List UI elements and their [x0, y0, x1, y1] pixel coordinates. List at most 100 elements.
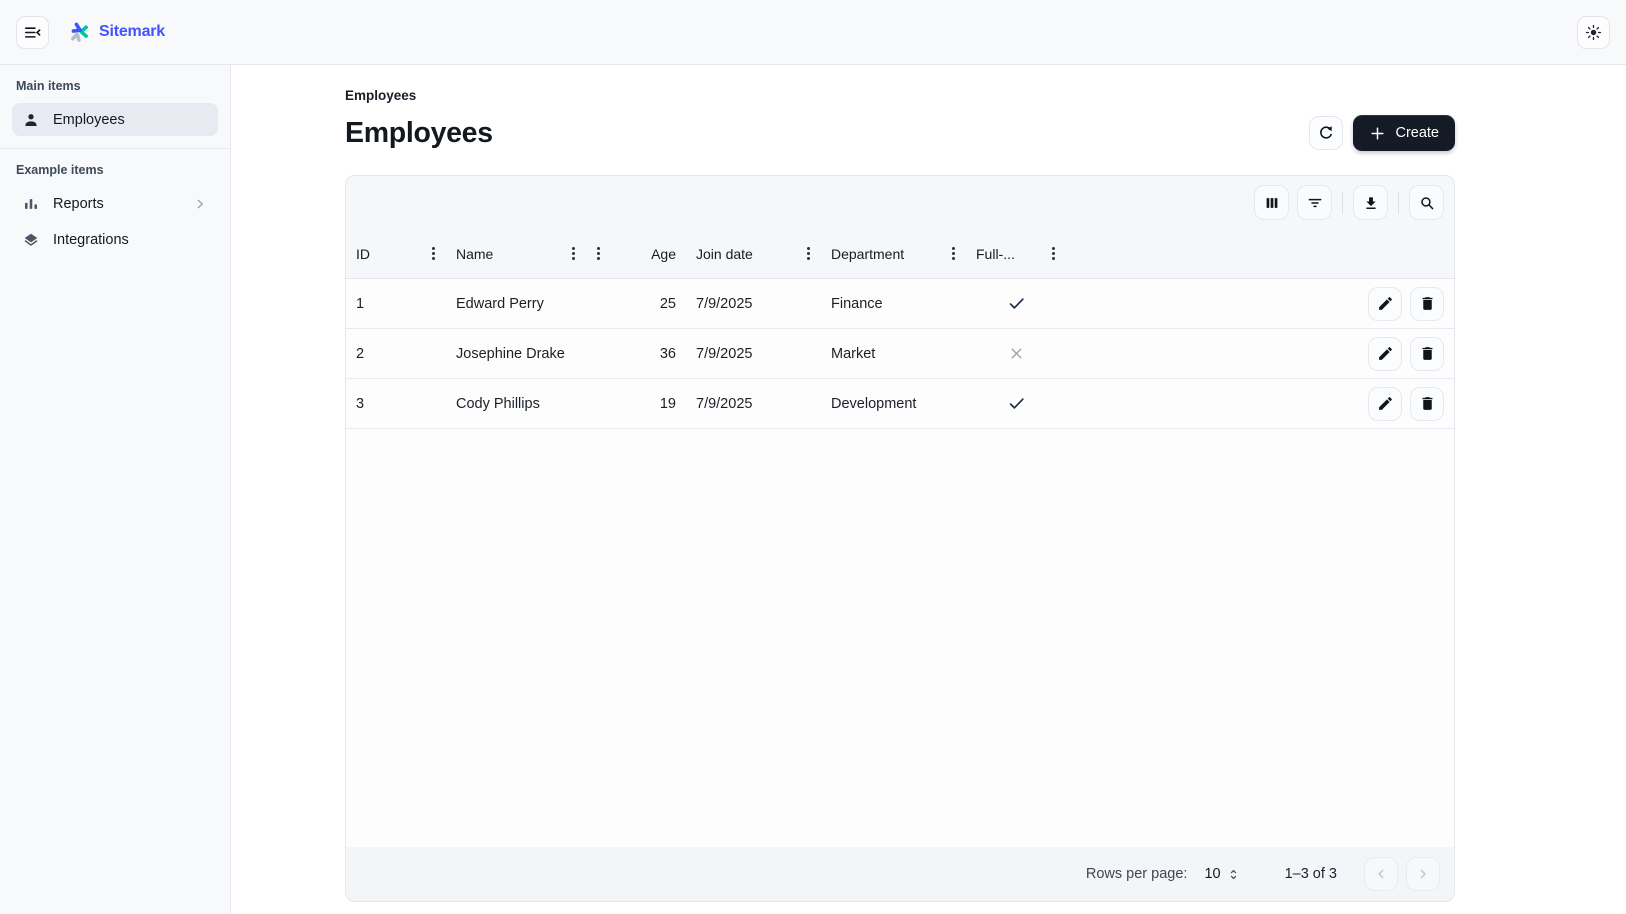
filter-button[interactable] [1297, 185, 1332, 220]
table-row[interactable]: 1 Edward Perry 25 7/9/2025 Finance [346, 279, 1454, 329]
chevron-left-icon [1373, 866, 1389, 882]
cell-id: 2 [346, 329, 446, 378]
data-grid: ID Name A [345, 175, 1455, 902]
column-header-name[interactable]: Name [446, 229, 586, 278]
rows-per-page-value: 10 [1204, 866, 1220, 882]
columns-button[interactable] [1254, 185, 1289, 220]
chevron-right-icon [1415, 866, 1431, 882]
toolbar-divider [1342, 192, 1343, 214]
column-header-label: Age [651, 246, 676, 262]
refresh-button[interactable] [1309, 116, 1343, 150]
page-title: Employees [345, 117, 493, 150]
brand-logo: Sitemark [70, 21, 165, 43]
check-icon [1007, 394, 1026, 413]
sidebar-item-integrations[interactable]: Integrations [12, 223, 218, 256]
grid-header-row: ID Name A [346, 229, 1454, 279]
sidebar-divider [0, 148, 230, 149]
sidebar-item-label: Reports [53, 196, 104, 212]
sidebar-item-label: Employees [53, 112, 125, 128]
create-button-label: Create [1395, 125, 1439, 141]
toolbar-divider [1398, 192, 1399, 214]
sun-icon [1584, 23, 1603, 42]
next-page-button[interactable] [1406, 857, 1440, 891]
column-header-department[interactable]: Department [821, 229, 966, 278]
column-header-join-date[interactable]: Join date [686, 229, 821, 278]
column-menu-icon[interactable] [951, 246, 956, 261]
sidebar-item-label: Integrations [53, 232, 129, 248]
columns-icon [1263, 194, 1281, 212]
sidebar-section-header: Main items [16, 79, 214, 93]
delete-row-button[interactable] [1410, 387, 1444, 421]
column-header-full-time[interactable]: Full-... [966, 229, 1066, 278]
cell-department: Market [821, 329, 966, 378]
main-area: Employees Employees [231, 65, 1626, 914]
cell-id: 3 [346, 379, 446, 428]
close-icon [1008, 345, 1025, 362]
cell-full-time [966, 329, 1066, 378]
sidebar-item-reports[interactable]: Reports [12, 187, 218, 220]
search-button[interactable] [1409, 185, 1444, 220]
rows-per-page-select[interactable]: 10 [1204, 866, 1240, 882]
trash-icon [1419, 345, 1436, 362]
cell-full-time [966, 279, 1066, 328]
pencil-icon [1377, 345, 1394, 362]
cell-age: 25 [586, 279, 686, 328]
column-header-label: Join date [696, 246, 753, 262]
breadcrumb[interactable]: Employees [345, 88, 1455, 103]
edit-row-button[interactable] [1368, 337, 1402, 371]
edit-row-button[interactable] [1368, 287, 1402, 321]
column-menu-icon[interactable] [806, 246, 811, 261]
rows-per-page-label: Rows per page: [1086, 866, 1188, 882]
download-icon [1362, 194, 1380, 212]
cell-join-date: 7/9/2025 [686, 379, 821, 428]
layers-icon [22, 231, 40, 249]
delete-row-button[interactable] [1410, 337, 1444, 371]
check-icon [1007, 294, 1026, 313]
sidebar: Main items Employees Example items Repor… [0, 65, 231, 914]
pencil-icon [1377, 295, 1394, 312]
menu-collapse-icon [23, 23, 42, 42]
column-header-label: Full-... [976, 246, 1015, 262]
column-header-actions [1066, 229, 1454, 278]
download-button[interactable] [1353, 185, 1388, 220]
cell-join-date: 7/9/2025 [686, 279, 821, 328]
column-header-id[interactable]: ID [346, 229, 446, 278]
cell-age: 36 [586, 329, 686, 378]
column-header-label: ID [356, 246, 370, 262]
sidebar-item-employees[interactable]: Employees [12, 103, 218, 136]
column-menu-icon[interactable] [1051, 246, 1056, 261]
edit-row-button[interactable] [1368, 387, 1402, 421]
table-row[interactable]: 3 Cody Phillips 19 7/9/2025 Development [346, 379, 1454, 429]
search-icon [1418, 194, 1436, 212]
unfold-more-icon [1226, 867, 1241, 882]
column-header-label: Department [831, 246, 904, 262]
delete-row-button[interactable] [1410, 287, 1444, 321]
sitemark-logo-icon [70, 21, 92, 43]
cell-department: Development [821, 379, 966, 428]
grid-footer: Rows per page: 10 1–3 of 3 [346, 847, 1454, 901]
theme-toggle-button[interactable] [1577, 16, 1610, 49]
column-menu-icon[interactable] [571, 246, 576, 261]
cell-join-date: 7/9/2025 [686, 329, 821, 378]
previous-page-button[interactable] [1364, 857, 1398, 891]
person-icon [22, 111, 40, 129]
cell-age: 19 [586, 379, 686, 428]
column-header-label: Name [456, 246, 493, 262]
column-header-age[interactable]: Age [586, 229, 686, 278]
column-menu-icon[interactable] [431, 246, 436, 261]
cell-department: Finance [821, 279, 966, 328]
refresh-icon [1317, 124, 1335, 142]
column-menu-icon[interactable] [596, 246, 601, 261]
table-row[interactable]: 2 Josephine Drake 36 7/9/2025 Market [346, 329, 1454, 379]
pencil-icon [1377, 395, 1394, 412]
trash-icon [1419, 295, 1436, 312]
plus-icon [1369, 125, 1386, 142]
topbar: Sitemark [0, 0, 1626, 65]
create-button[interactable]: Create [1353, 115, 1455, 151]
grid-empty-area [346, 429, 1454, 847]
grid-toolbar [346, 176, 1454, 229]
menu-toggle-button[interactable] [16, 16, 49, 49]
filter-icon [1306, 194, 1324, 212]
chevron-right-icon [192, 196, 208, 212]
pagination-range: 1–3 of 3 [1285, 866, 1337, 882]
